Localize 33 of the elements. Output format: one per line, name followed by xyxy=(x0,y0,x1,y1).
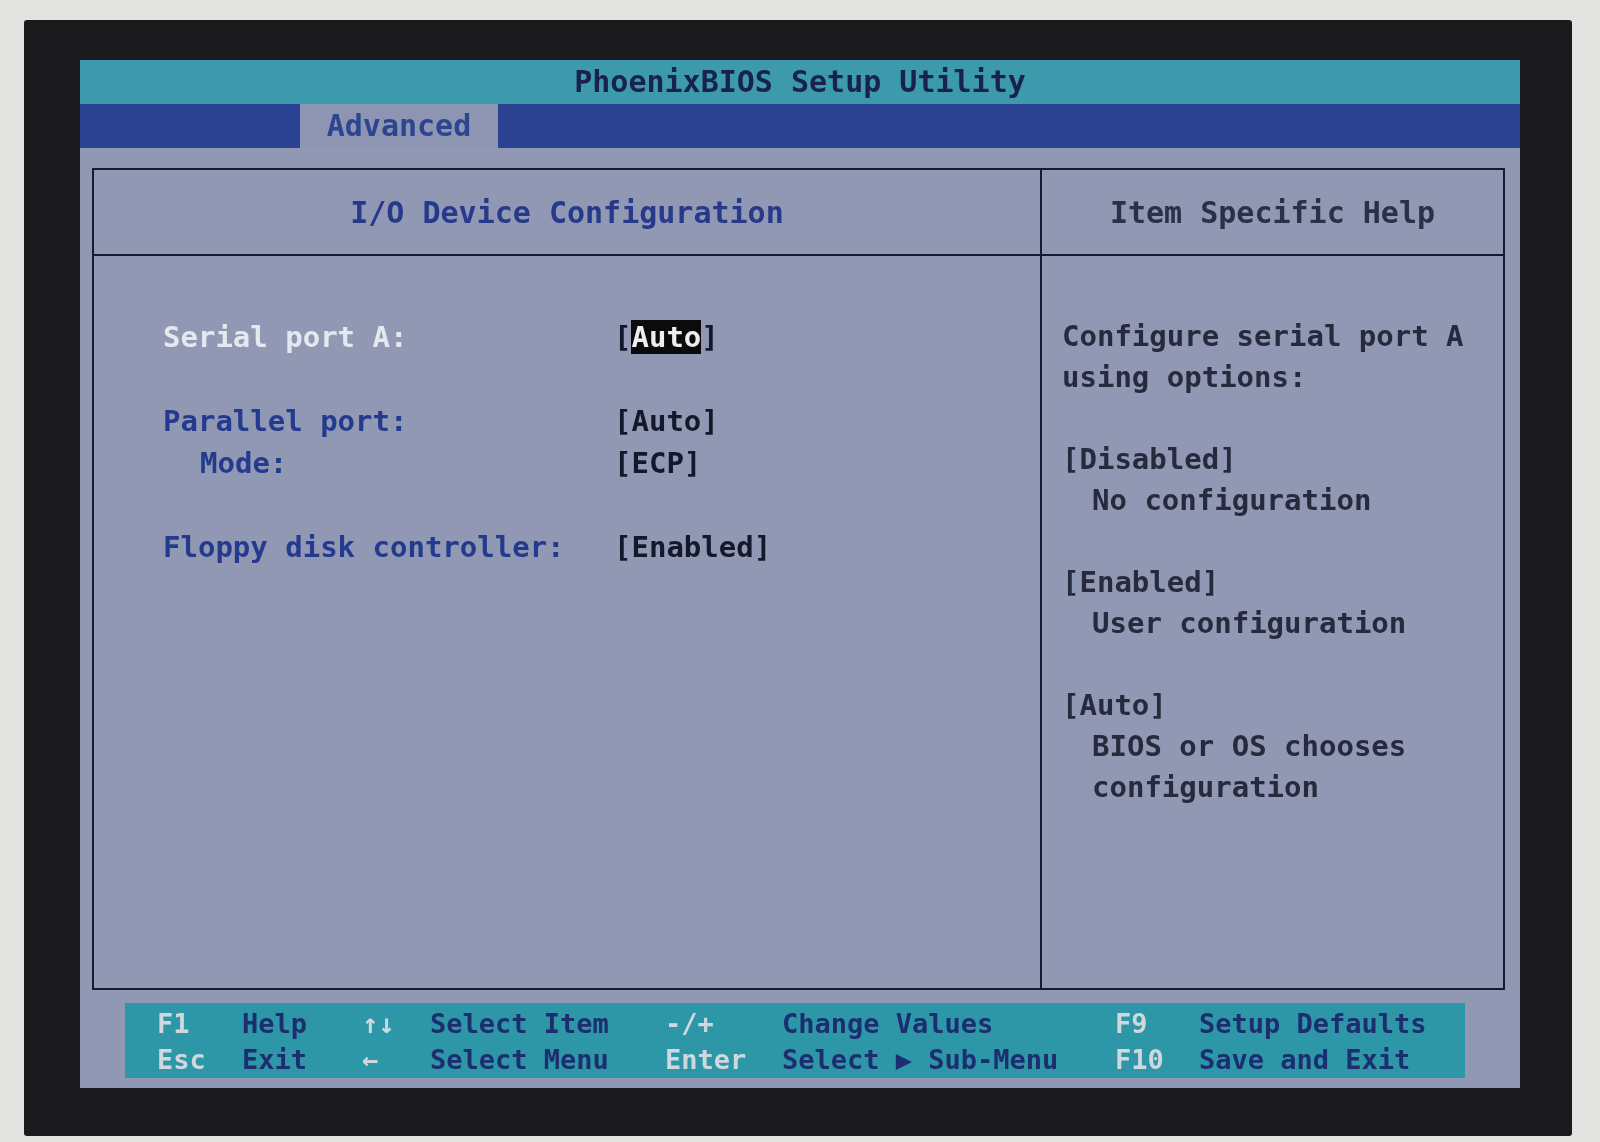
option-name: [Disabled] xyxy=(1062,441,1238,478)
setting-value[interactable]: [Auto] xyxy=(614,400,719,442)
setting-value[interactable]: [ECP] xyxy=(614,442,702,484)
shortcut-action: Setup Defaults xyxy=(1199,1007,1427,1039)
option-description: BIOS or OS chooses configuration xyxy=(1092,728,1408,806)
shortcut-key: -/+ xyxy=(665,1007,714,1039)
shortcut-action: Help xyxy=(242,1007,308,1039)
setting-label: Serial port A: xyxy=(163,320,408,354)
help-text: Configure serial port A using options: xyxy=(1062,318,1465,396)
option-description: User configuration xyxy=(1092,605,1408,642)
option-description: No configuration xyxy=(1092,482,1373,519)
shortcut-key: F1 xyxy=(157,1007,190,1039)
shortcut-action: Select Item xyxy=(430,1007,609,1039)
shortcut-key: F9 xyxy=(1115,1007,1148,1039)
shortcut-action: Save and Exit xyxy=(1199,1043,1411,1075)
shortcut-key: Esc xyxy=(157,1043,206,1075)
screen-title: PhoenixBIOS Setup Utility xyxy=(574,63,1026,101)
setting-label: Floppy disk controller: xyxy=(163,530,565,564)
option-name: [Auto] xyxy=(1062,687,1168,724)
setting-value[interactable]: [Enabled] xyxy=(614,526,772,568)
help-heading: Item Specific Help xyxy=(1109,194,1436,230)
shortcut-action: Select Menu xyxy=(430,1043,609,1075)
setting-label: Parallel port: xyxy=(163,404,408,438)
shortcut-key: Enter xyxy=(665,1043,747,1075)
shortcut-action: Select ▶ Sub-Menu xyxy=(782,1043,1059,1075)
shortcut-key: F10 xyxy=(1115,1043,1164,1075)
shortcut-action: Change Values xyxy=(782,1007,994,1039)
option-name: [Enabled] xyxy=(1062,564,1221,601)
setting-label: Mode: xyxy=(200,446,288,480)
shortcut-key: ↑↓ xyxy=(362,1007,395,1039)
shortcut-action: Exit xyxy=(242,1043,308,1075)
shortcut-key: ← xyxy=(362,1043,379,1075)
panel-heading: I/O Device Configuration xyxy=(350,194,784,230)
